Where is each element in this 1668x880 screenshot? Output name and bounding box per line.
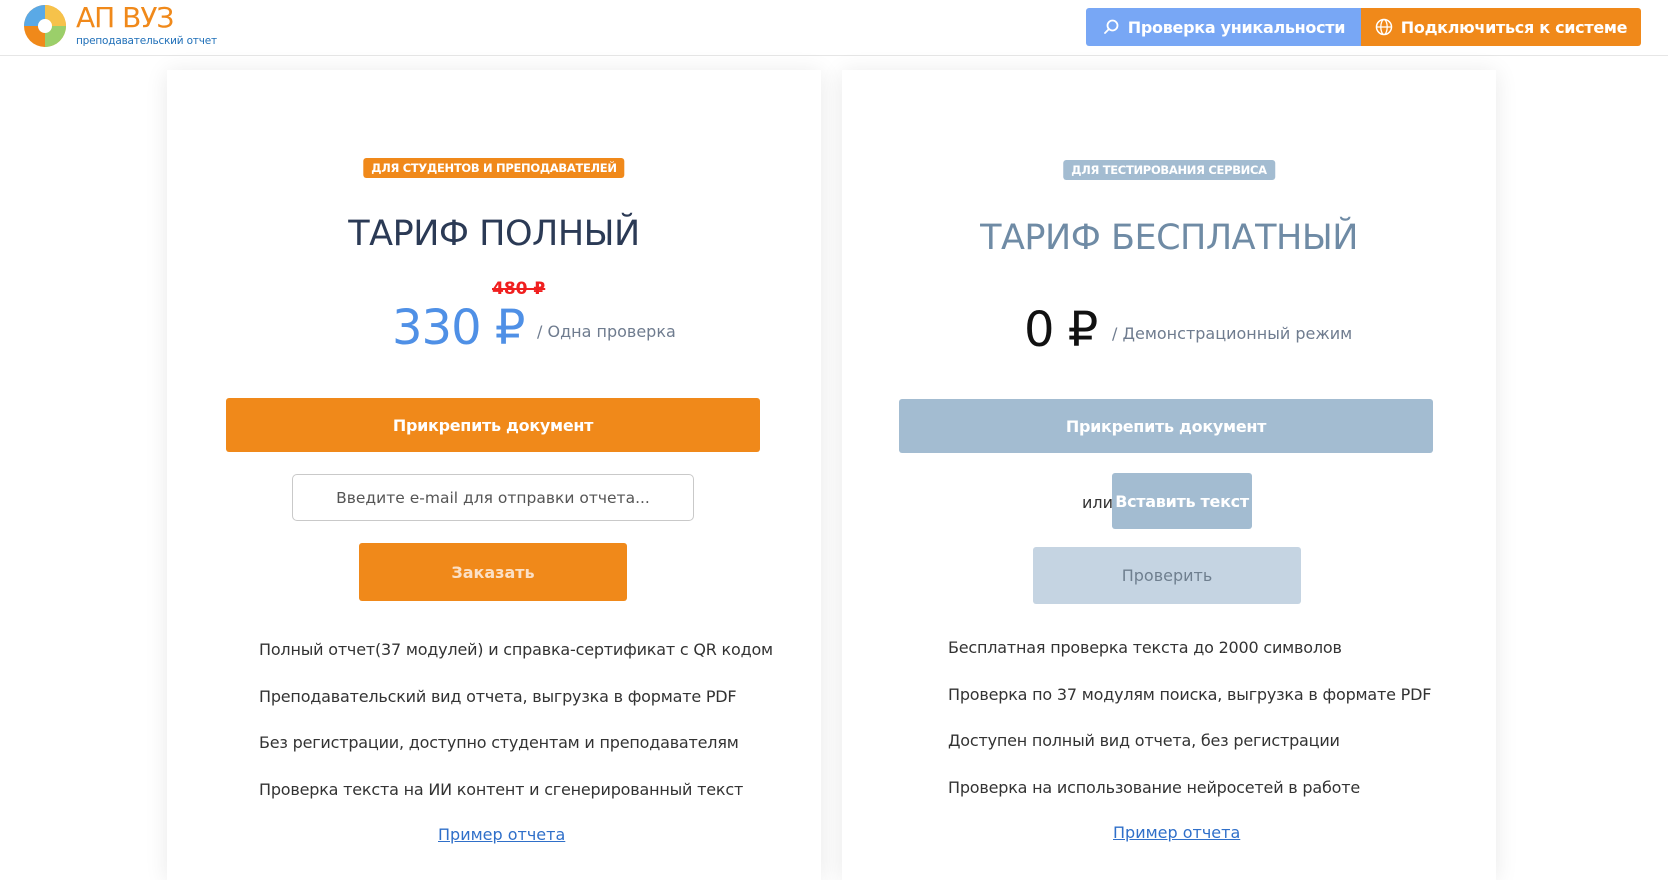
connect-system-button[interactable]: Подключиться к системе xyxy=(1361,8,1641,46)
verify-button[interactable]: Проверить xyxy=(1033,547,1301,604)
globe-icon xyxy=(1375,18,1393,36)
plan-card-full: ДЛЯ СТУДЕНТОВ И ПРЕПОДАВАТЕЛЕЙ ТАРИФ ПОЛ… xyxy=(167,70,821,880)
plan-badge: ДЛЯ ТЕСТИРОВАНИЯ СЕРВИСА xyxy=(1063,160,1275,180)
order-button[interactable]: Заказать xyxy=(359,543,627,601)
header: АП ВУЗ преподавательский отчет Проверка … xyxy=(0,0,1668,56)
plan-title: ТАРИФ БЕСПЛАТНЫЙ xyxy=(980,218,1358,258)
check-uniqueness-label: Проверка уникальности xyxy=(1127,17,1346,37)
paste-text-button[interactable]: Вставить текст xyxy=(1112,473,1252,529)
or-label: или xyxy=(1082,493,1114,512)
check-uniqueness-button[interactable]: Проверка уникальности xyxy=(1086,8,1361,46)
feature-item: Проверка на использование нейросетей в р… xyxy=(948,777,1360,797)
feature-list: Бесплатная проверка текста до 2000 симво… xyxy=(948,638,1431,824)
old-price: 480 ₽ xyxy=(492,279,546,299)
plan-card-free: ДЛЯ ТЕСТИРОВАНИЯ СЕРВИСА ТАРИФ БЕСПЛАТНЫ… xyxy=(842,70,1496,880)
attach-document-button[interactable]: Прикрепить документ xyxy=(899,399,1433,453)
price: 330 ₽ xyxy=(392,300,525,356)
logo[interactable]: АП ВУЗ преподавательский отчет xyxy=(22,3,217,51)
logo-icon xyxy=(22,3,68,49)
connect-system-label: Подключиться к системе xyxy=(1400,17,1628,37)
feature-item: Без регистрации, доступно студентам и пр… xyxy=(259,733,739,752)
price: 0 ₽ xyxy=(1024,302,1098,358)
logo-title: АП ВУЗ xyxy=(76,1,174,34)
attach-document-button[interactable]: Прикрепить документ xyxy=(226,398,760,452)
feature-list: Полный отчет(37 модулей) и справка-серти… xyxy=(259,640,773,826)
feature-item: Проверка текста на ИИ контент и сгенерир… xyxy=(259,779,744,799)
feature-item: Бесплатная проверка текста до 2000 симво… xyxy=(948,638,1342,657)
plan-badge: ДЛЯ СТУДЕНТОВ И ПРЕПОДАВАТЕЛЕЙ xyxy=(363,158,625,178)
email-input[interactable] xyxy=(292,474,694,521)
sample-report-link[interactable]: Пример отчета xyxy=(438,825,565,844)
price-period: / Демонстрационный режим xyxy=(1112,324,1353,343)
sample-report-link[interactable]: Пример отчета xyxy=(1113,823,1240,842)
price-period: / Одна проверка xyxy=(537,322,676,341)
feature-item: Доступен полный вид отчета, без регистра… xyxy=(948,731,1340,750)
plan-title: ТАРИФ ПОЛНЫЙ xyxy=(348,214,640,254)
logo-subtitle: преподавательский отчет xyxy=(76,35,217,47)
feature-item: Преподавательский вид отчета, выгрузка в… xyxy=(259,686,737,706)
feature-item: Проверка по 37 модулям поиска, выгрузка … xyxy=(948,684,1432,704)
search-icon xyxy=(1102,18,1120,36)
feature-item: Полный отчет(37 модулей) и справка-серти… xyxy=(259,640,773,659)
